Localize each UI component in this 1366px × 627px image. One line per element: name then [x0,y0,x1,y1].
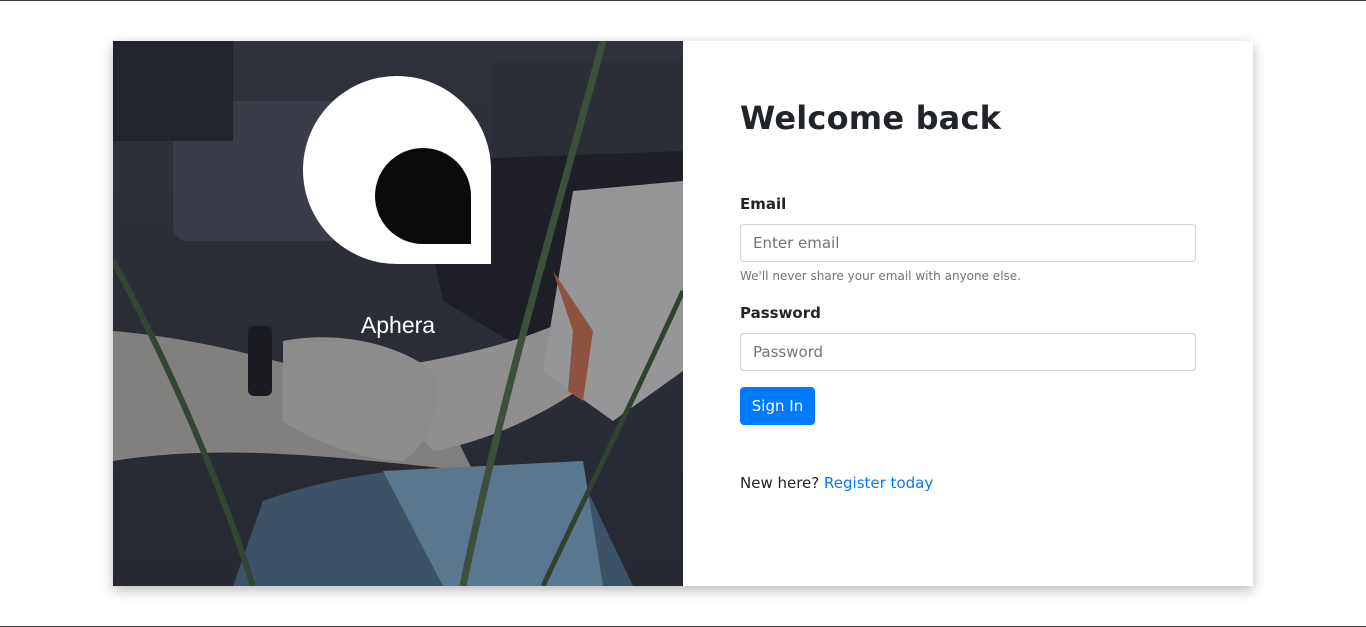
password-label: Password [740,304,821,322]
register-prompt-text: New here? [740,474,820,492]
email-field[interactable] [740,224,1196,262]
email-help-text: We'll never share your email with anyone… [740,269,1021,283]
email-label: Email [740,195,787,213]
page-title: Welcome back [740,99,1002,137]
sign-in-button[interactable]: Sign In [740,387,815,425]
top-border [0,0,1366,1]
hero-photo-panel: Aphera [113,41,683,586]
register-link[interactable]: Register today [824,474,933,492]
password-field[interactable] [740,333,1196,371]
register-prompt: New here? Register today [740,474,933,492]
login-form-panel: Welcome back Email We'll never share you… [683,41,1253,586]
login-card: Aphera Welcome back Email We'll never sh… [113,41,1253,586]
brand-name: Aphera [360,312,436,338]
aphera-logo-icon [303,76,491,264]
